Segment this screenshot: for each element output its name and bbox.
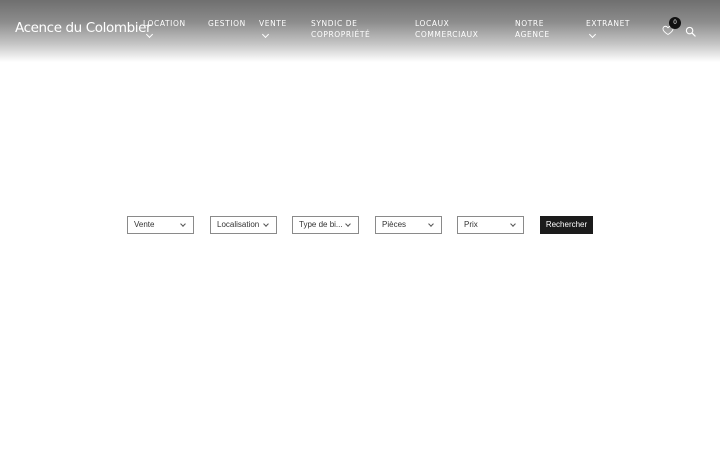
search-toggle-button[interactable] bbox=[685, 24, 696, 37]
chevron-down-icon bbox=[263, 221, 269, 227]
transaction-type-select[interactable]: Vente bbox=[127, 216, 194, 234]
property-type-select[interactable]: Type de bi... bbox=[292, 216, 359, 234]
select-value: Type de bi... bbox=[299, 220, 343, 229]
select-value: Localisation bbox=[217, 220, 260, 229]
search-icon bbox=[685, 26, 696, 37]
site-header: Acence du Colombier LOCATION GESTION VEN… bbox=[0, 0, 720, 62]
nav-item-label-line2: AGENCE bbox=[515, 30, 550, 39]
price-select[interactable]: Prix bbox=[457, 216, 524, 234]
nav-item-syndic[interactable]: SYNDIC DE COPROPRIÉTÉ bbox=[311, 18, 370, 40]
nav-item-label-line2: COMMERCIAUX bbox=[415, 30, 479, 39]
nav-item-label: EXTRANET bbox=[586, 19, 631, 28]
chevron-down-icon bbox=[180, 221, 186, 227]
chevron-down-icon bbox=[345, 221, 351, 227]
nav-item-location[interactable]: LOCATION bbox=[143, 18, 186, 39]
chevron-down-icon bbox=[588, 30, 597, 39]
nav-item-label: VENTE bbox=[259, 19, 287, 28]
chevron-down-icon bbox=[510, 221, 516, 227]
nav-item-gestion[interactable]: GESTION bbox=[208, 18, 246, 29]
select-value: Prix bbox=[464, 220, 478, 229]
nav-item-notre-agence[interactable]: NOTRE AGENCE bbox=[515, 18, 550, 40]
select-value: Pièces bbox=[382, 220, 407, 229]
chevron-down-icon bbox=[145, 30, 154, 39]
select-value: Vente bbox=[134, 220, 155, 229]
nav-item-label: LOCAUX bbox=[415, 19, 450, 28]
nav-item-label-line2: COPROPRIÉTÉ bbox=[311, 30, 371, 39]
nav-item-label: SYNDIC DE bbox=[311, 19, 358, 28]
search-submit-button[interactable]: Rechercher bbox=[540, 216, 593, 234]
nav-item-label: LOCATION bbox=[143, 19, 186, 28]
site-logo[interactable]: Acence du Colombier bbox=[15, 20, 152, 36]
nav-item-vente[interactable]: VENTE bbox=[259, 18, 287, 39]
nav-item-locaux[interactable]: LOCAUX COMMERCIAUX bbox=[415, 18, 478, 40]
nav-item-label: GESTION bbox=[208, 19, 246, 28]
nav-item-extranet[interactable]: EXTRANET bbox=[586, 18, 631, 39]
rooms-select[interactable]: Pièces bbox=[375, 216, 442, 234]
nav-item-label: NOTRE bbox=[515, 19, 545, 28]
location-select[interactable]: Localisation bbox=[210, 216, 277, 234]
chevron-down-icon bbox=[261, 30, 270, 39]
chevron-down-icon bbox=[428, 221, 434, 227]
favorites-count-badge: 0 bbox=[669, 17, 681, 29]
